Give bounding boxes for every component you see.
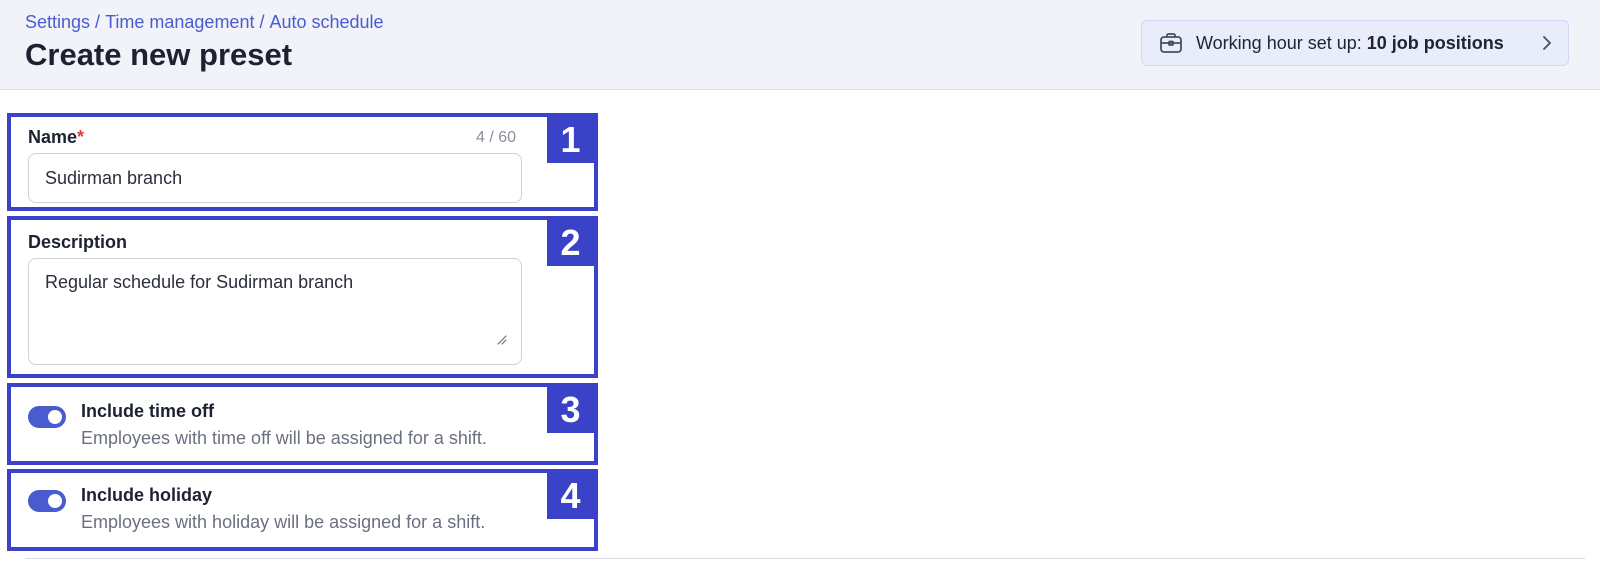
include-time-off-description: Employees with time off will be assigned… [81,428,487,448]
include-holiday-toggle[interactable] [28,490,66,512]
resize-handle-icon[interactable] [495,328,507,350]
working-hour-value: 10 job positions [1366,32,1504,53]
breadcrumb-separator: / [259,12,265,32]
include-time-off-toggle[interactable] [28,406,66,428]
chevron-right-icon [1540,34,1554,52]
working-hour-label: Working hour set up: [1196,32,1367,53]
annotation-badge-1: 1 [547,117,594,163]
breadcrumb-auto-schedule[interactable]: Auto schedule [269,12,383,32]
include-time-off-section: 3 Include time off Employees with time o… [7,383,598,465]
breadcrumb: Settings / Time management / Auto schedule [25,12,384,33]
name-input[interactable]: Sudirman branch [28,153,522,203]
include-holiday-section: 4 Include holiday Employees with holiday… [7,469,598,551]
divider [25,558,1585,559]
annotation-badge-3: 3 [547,387,594,433]
briefcase-icon [1158,30,1184,56]
include-holiday-title: Include holiday [81,485,213,505]
description-text: Regular schedule for Sudirman branch [45,272,354,292]
page-header: Settings / Time management / Auto schedule C… [0,0,1600,90]
annotation-badge-4: 4 [547,473,594,519]
name-section: 1 Name* 4 / 60 Sudirman branch [7,113,598,211]
description-label: Description [28,232,128,252]
working-hour-setup-text: Working hour set up: 10 job positions [1196,33,1504,54]
name-char-counter: 4 / 60 [475,129,516,146]
include-holiday-description: Employees with holiday will be assigned … [81,512,486,532]
description-section: 2 Description Regular schedule for Sudir… [7,216,598,378]
include-time-off-title: Include time off [81,401,215,421]
breadcrumb-separator: / [95,12,101,32]
name-label: Name* [28,127,84,148]
breadcrumb-settings[interactable]: Settings [25,12,90,32]
page-title: Create new preset [25,37,293,72]
required-mark: * [77,127,85,147]
toggle-knob [48,410,62,424]
breadcrumb-time-management[interactable]: Time management [105,12,254,32]
description-textarea[interactable]: Regular schedule for Sudirman branch [28,258,522,365]
name-label-text: Name [28,127,78,147]
working-hour-setup-button[interactable]: Working hour set up: 10 job positions [1141,20,1569,66]
toggle-knob [48,494,62,508]
annotation-badge-2: 2 [547,220,594,266]
